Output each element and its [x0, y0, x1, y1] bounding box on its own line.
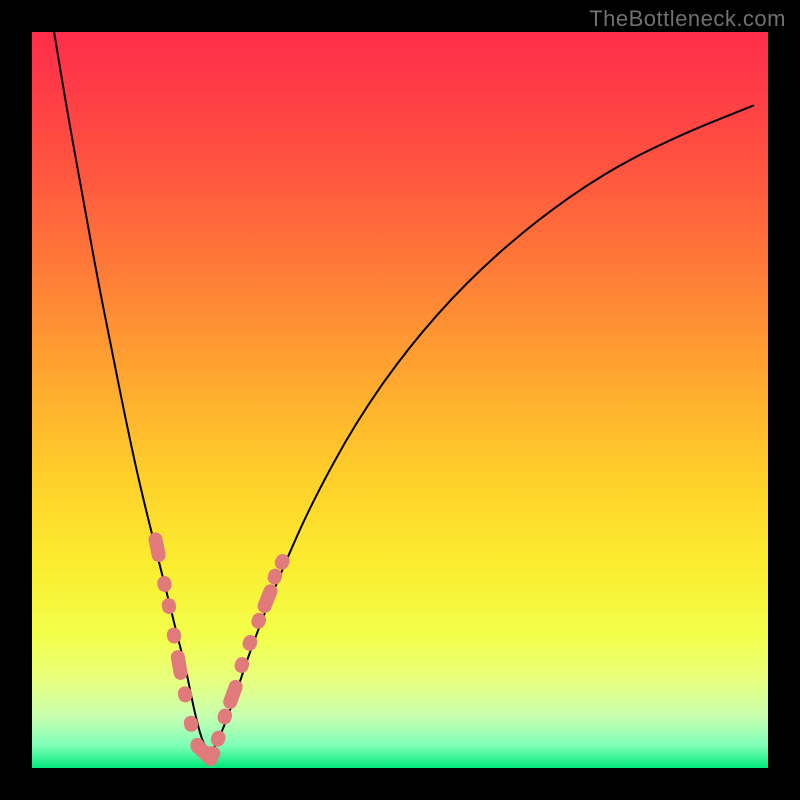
chart-svg — [32, 32, 768, 768]
marker-pill — [204, 746, 220, 760]
marker-pill — [255, 582, 279, 615]
marker-pill — [147, 531, 167, 563]
bottleneck-curve — [54, 32, 753, 751]
plot-area — [32, 32, 768, 768]
marker-pill — [221, 678, 244, 711]
marker-pill — [170, 649, 189, 681]
watermark-text: TheBottleneck.com — [589, 6, 786, 32]
marker-pill — [160, 597, 177, 615]
marker-pill — [177, 685, 194, 703]
chart-frame: TheBottleneck.com — [0, 0, 800, 800]
highlight-markers — [147, 531, 292, 769]
marker-pill — [209, 729, 228, 749]
marker-pill — [156, 575, 173, 593]
